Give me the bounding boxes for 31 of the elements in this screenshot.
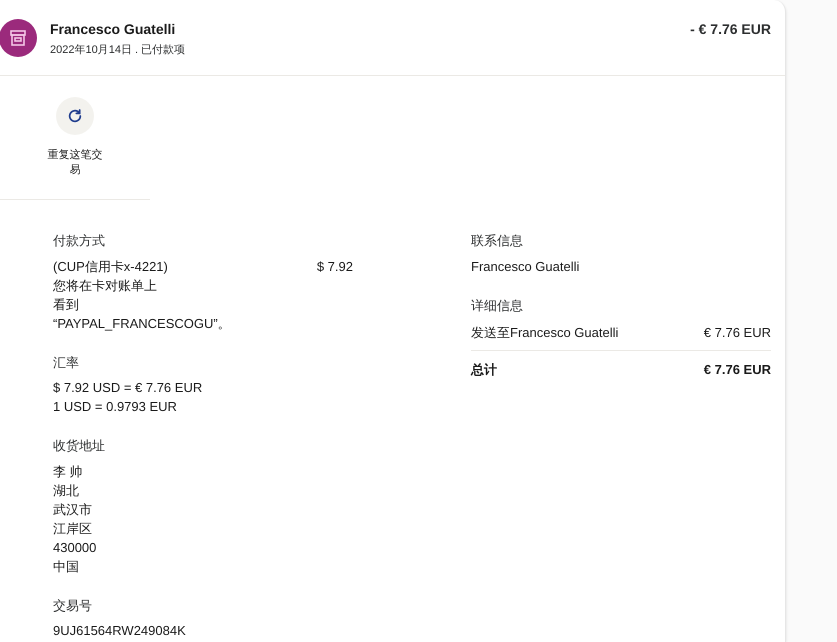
detail-text: 发送至Francesco Guatelli — [471, 324, 618, 342]
detail-text: 武汉市 — [53, 500, 92, 518]
store-avatar-icon — [0, 19, 37, 57]
card-amount: $ 7.92 — [316, 258, 353, 276]
section-heading: 收货地址 — [53, 437, 105, 455]
detail-text: 看到 — [53, 296, 79, 314]
detail-text: 430000 — [53, 538, 96, 556]
detail-amount: € 7.76 EUR — [704, 324, 771, 342]
total-amount: € 7.76 EUR — [704, 361, 771, 379]
detail-text: 中国 — [53, 558, 79, 576]
section-heading: 详细信息 — [471, 296, 523, 314]
merchant-name: Francesco Guatelli — [50, 20, 176, 39]
repeat-transaction-button[interactable]: 重复这笔交易 — [44, 97, 106, 178]
section-heading: 汇率 — [53, 354, 79, 372]
section-heading: 联系信息 — [471, 232, 523, 250]
section-heading: 付款方式 — [53, 232, 105, 250]
transaction-amount: - € 7.76 EUR — [690, 20, 771, 39]
section-heading: 交易号 — [53, 596, 92, 614]
contact-name: Francesco Guatelli — [471, 258, 580, 276]
total-label: 总计 — [471, 361, 497, 379]
detail-text: 您将在卡对账单上 — [53, 276, 157, 294]
detail-text: “PAYPAL_FRANCESCOGU”。 — [53, 314, 231, 332]
detail-text: 江岸区 — [53, 520, 92, 538]
detail-text: 湖北 — [53, 482, 79, 500]
detail-text: (CUP信用卡x-4221) — [53, 258, 168, 276]
detail-text: 1 USD = 0.9793 EUR — [53, 398, 177, 416]
transaction-date-status: 2022年10月14日 . 已付款项 — [50, 43, 186, 58]
refresh-icon — [56, 97, 94, 135]
detail-text: $ 7.92 USD = € 7.76 EUR — [53, 379, 202, 397]
transaction-id: 9UJ61564RW249084K — [53, 622, 186, 640]
detail-text: 李 帅 — [53, 462, 83, 480]
